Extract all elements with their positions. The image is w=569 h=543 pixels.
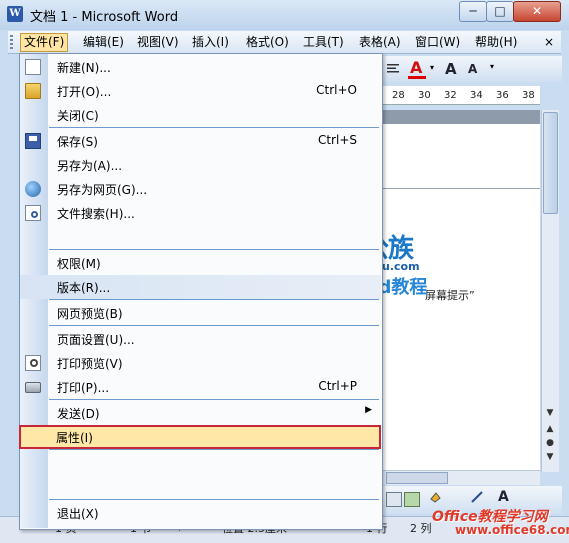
font-color-swatch [408,76,426,79]
menu-item-save[interactable]: 保存(S) Ctrl+S [20,129,381,153]
menu-item-label: 另存为网页(G)... [57,183,148,197]
menu-item-label: 退出(X) [57,507,99,521]
menu-file[interactable]: 文件(F) [20,33,69,52]
menu-item-label: 文件搜索(H)... [57,207,135,221]
toolbar-options-icon[interactable]: ▾ [490,62,494,71]
menu-view[interactable]: 视图(V) [134,33,182,51]
previous-page-icon[interactable]: ▲ [544,424,556,434]
menu-item-label: 关闭(C) [57,109,99,123]
menu-item-save-as-web[interactable]: 另存为网页(G)... [20,177,381,201]
next-page-icon[interactable]: ▼ [544,452,556,462]
menu-item-close[interactable]: 关闭(C) [20,103,381,127]
menu-item-send-to[interactable]: 发送(D) ▶ [20,401,381,425]
font-color-icon[interactable]: A [410,58,422,77]
menu-shortcut: Ctrl+S [317,133,357,147]
open-folder-icon [25,83,41,99]
menu-item-label: 网页预览(B) [57,307,123,321]
menu-insert[interactable]: 插入(I) [189,33,232,51]
menu-item-open[interactable]: 打开(O)... Ctrl+O [20,79,381,103]
menu-separator [49,249,379,250]
print-preview-icon [25,355,41,371]
menu-item-permission[interactable]: 权限(M) [20,251,381,275]
vertical-scroll-thumb[interactable] [543,112,558,214]
menu-item-label: 打印预览(V) [57,357,123,371]
ruler-tick: 32 [444,90,457,101]
office68-url: www.office68.com [455,523,569,537]
menu-item-label: 打开(O)... [57,85,112,99]
menu-grip-handle[interactable] [10,35,13,49]
horizontal-ruler [382,86,540,105]
page-header-band [382,110,540,124]
new-document-icon [25,59,41,75]
horizontal-scroll-thumb[interactable] [386,472,448,484]
menu-separator [49,127,379,128]
printer-icon [25,382,41,393]
file-search-icon [25,205,41,221]
menu-item-label: 保存(S) [57,135,98,149]
ruler-tick: 38 [522,90,535,101]
align-icon[interactable] [386,62,400,76]
menu-tools[interactable]: 工具(T) [300,33,347,51]
document-text[interactable]: 屏幕提示” [425,287,475,303]
menu-item-file-search[interactable]: 文件搜索(H)... [20,201,381,225]
menu-separator [49,399,379,400]
page-divider [382,188,540,189]
menu-item-print[interactable]: 打印(P)... Ctrl+P [20,375,381,399]
grow-font-icon[interactable]: A [445,60,457,78]
menu-item-exit[interactable]: 退出(X) [20,501,381,525]
insert-picture-icon[interactable] [404,492,420,507]
menu-item-label: 页面设置(U)... [57,333,135,347]
menu-separator [49,325,379,326]
shrink-font-icon[interactable]: A [468,62,477,76]
font-color-drawing-icon[interactable]: A [498,489,509,505]
insert-diagram-icon[interactable] [386,492,402,507]
ruler-tick: 28 [392,90,405,101]
ruler-tick: 34 [470,90,483,101]
menu-help[interactable]: 帮助(H) [472,33,520,51]
maximize-button[interactable]: □ [486,1,514,22]
menu-window[interactable]: 窗口(W) [412,33,463,51]
select-browse-object-icon[interactable]: ● [544,438,556,448]
menu-item-label: 版本(R)... [57,281,111,295]
status-column: 2 列 [410,522,432,535]
menu-shortcut: Ctrl+O [316,83,357,97]
word-app-icon[interactable]: W [7,6,23,22]
menu-item-save-as[interactable]: 另存为(A)... [20,153,381,177]
scroll-down-arrow-icon[interactable]: ▼ [544,408,556,418]
line-color-icon[interactable] [470,490,484,504]
menu-shortcut: Ctrl+P [318,379,357,393]
ruler-tick: 36 [496,90,509,101]
close-window-button[interactable]: ✕ [513,1,561,22]
ruler-tick: 30 [418,90,431,101]
menu-separator [49,299,379,300]
minimize-button[interactable]: ─ [459,1,487,22]
menu-item-label: 权限(M) [57,257,101,271]
web-page-icon [25,181,41,197]
menu-item-label: 打印(P)... [57,381,110,395]
menu-separator [49,499,379,500]
menu-item-page-setup[interactable]: 页面设置(U)... [20,327,381,351]
menu-item-new[interactable]: 新建(N)... [20,55,381,79]
menu-item-label: 新建(N)... [57,61,111,75]
menu-edit[interactable]: 编辑(E) [80,33,127,51]
menu-item-print-preview[interactable]: 打印预览(V) [20,351,381,375]
save-disk-icon [25,133,41,149]
chevron-down-icon[interactable]: ▾ [430,63,434,72]
menu-format[interactable]: 格式(O) [243,33,292,51]
menu-table[interactable]: 表格(A) [356,33,404,51]
menu-item-web-preview[interactable]: 网页预览(B) [20,301,381,325]
menu-item-label: 另存为(A)... [57,159,123,173]
fill-color-icon[interactable] [428,490,442,504]
window-title: 文档 1 - Microsoft Word [30,10,179,25]
menu-item-label: 发送(D) [57,407,100,421]
menu-separator [49,449,379,450]
close-document-icon[interactable]: × [544,35,554,49]
menu-item-properties[interactable]: 属性(I) [19,425,381,449]
menu-item-label: 属性(I) [56,431,93,445]
menu-item-versions[interactable]: 版本(R)... [20,275,381,299]
submenu-arrow-icon: ▶ [365,405,372,415]
